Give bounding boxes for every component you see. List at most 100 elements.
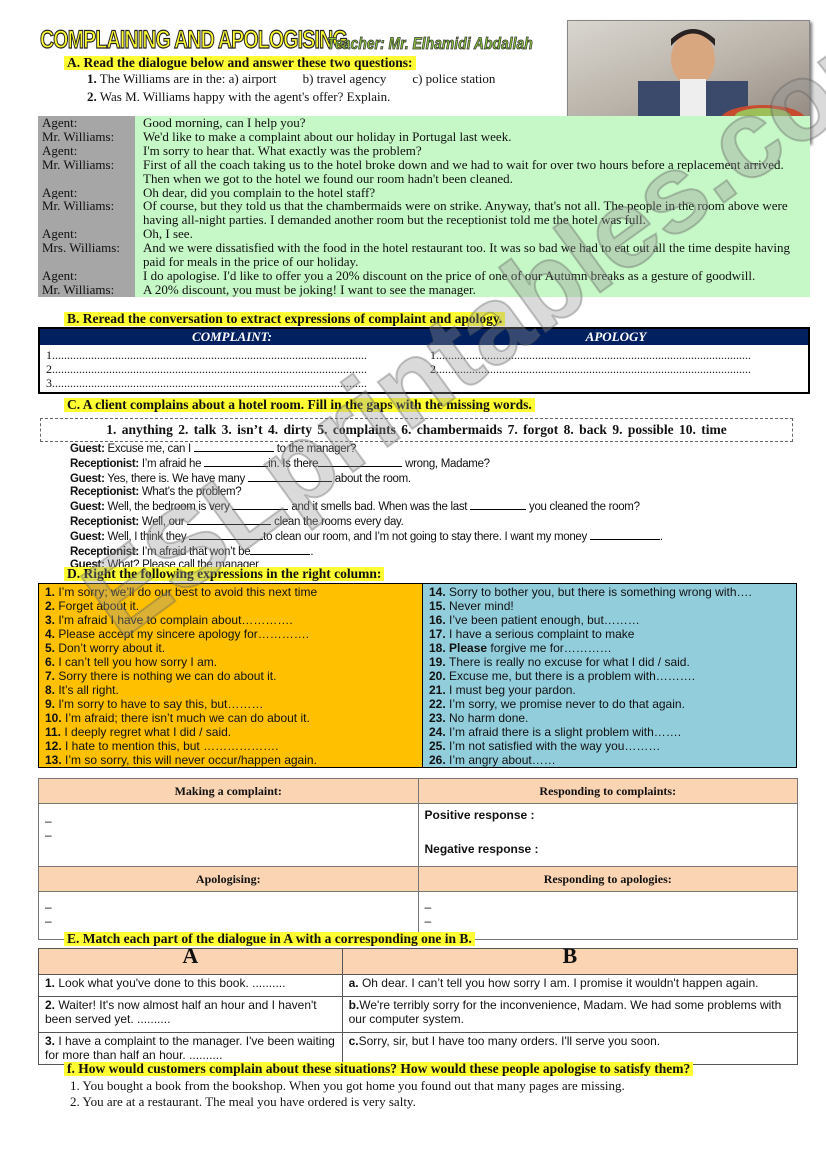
situation-2: 2. You are at a restaurant. The meal you… [70,1094,416,1109]
match-b[interactable]: c.Sorry, sir, but I have too many orders… [341,1032,799,1065]
making-complaint-header: Making a complaint: [38,778,419,804]
text: Yes, there is. We have many [104,472,248,485]
match-b[interactable]: a. Oh dear. I can’t tell you how sorry I… [341,974,799,997]
expression-text: I deeply regret what I did / said. [64,725,232,739]
expression-text: I’ve been patient enough, but……… [449,613,640,627]
gap-fill-dialogue: Guest: Excuse me, can I to the manager? … [70,442,663,573]
speaker: Receptionist: [70,545,139,558]
blank[interactable] [250,545,311,555]
text: in. Is there [268,457,319,470]
expression-text: I'm sorry to have to say this, but……… [58,697,264,711]
expression-item: 9. I'm sorry to have to say this, but……… [45,697,416,711]
expression-text: I’m sorry; we’ll do our best to avoid th… [58,585,318,599]
expression-text: I’m angry about…… [449,753,556,767]
expression-item: 15. Never mind! [429,599,790,613]
expression-number: 6. [45,655,59,669]
text: clean the rooms every day. [271,515,404,528]
section-f-heading: f. How would customers complain about th… [64,1062,694,1076]
speaker: Mr. Williams: [38,282,135,297]
text: Sorry, sir, but I have too many orders. … [358,1034,661,1048]
expression-number: 1. [45,585,59,599]
blank[interactable] [193,442,274,452]
expression-text: I’m so sorry, this will never occur/happ… [65,753,317,767]
blank[interactable] [232,500,289,511]
apologising-header: Apologising: [38,866,419,892]
blank[interactable] [318,457,403,467]
expression-number: 14. [429,585,450,599]
responding-complaints-header: Responding to complaints: [417,778,798,804]
expression-text: Don’t worry about it. [58,641,166,655]
text: . [659,530,663,543]
speaker: Receptionist: [70,486,139,499]
expression-text: I’m not satisfied with the way you……… [449,739,661,753]
apology-header: APOLOGY [424,328,809,345]
expression-number: 9. [45,697,59,711]
expression-item: 13. I’m so sorry, this will never occur/… [45,753,416,767]
text: you cleaned the room? [526,501,640,514]
dialogue: Agent: Good morning, can I help you? Mr. … [38,116,810,297]
dialogue-line: Mrs. Williams: And we were dissatisfied w… [38,241,810,269]
apology-line[interactable]: 1.......................................… [424,345,809,362]
complaint-line[interactable]: 2.......................................… [39,362,424,376]
expression-text: Sorry to bother you, but there is someth… [449,585,752,599]
expression-number: 23. [429,711,450,725]
responding-apologies-header: Responding to apologies: [417,866,798,892]
blank[interactable] [589,530,660,540]
apology-line[interactable]: 2.......................................… [424,362,809,376]
match-row: 2. Waiter! It's now almost half an hour … [38,996,799,1033]
making-complaint-cell[interactable]: – – [38,803,419,867]
text: Excuse me, can I [104,443,194,455]
q2-number: 2. [87,89,97,104]
complaint-line[interactable]: 3.......................................… [39,376,424,393]
match-a[interactable]: 1. Look what you've done to this book. .… [38,974,343,997]
expression-item: 6. I can’t tell you how sorry I am. [45,655,416,669]
dialogue-line: Mr. Williams: We'd like to make a complai… [38,130,810,144]
gap-line: Receptionist: What’s the problem? [70,486,663,500]
utterance: We'd like to make a complaint about our … [143,128,512,144]
blank[interactable] [247,472,332,482]
expression-item: 17. I have a serious complaint to make [429,627,790,641]
expression-text: Never mind! [449,599,514,613]
num: a. [348,976,359,990]
section-d-heading: D. Right the following expressions in th… [64,567,385,581]
gap-line: Receptionist: Well, our clean the rooms … [70,515,663,530]
match-a[interactable]: 3. I have a complaint to the manager. I'… [38,1032,343,1065]
dialogue-line: Agent: Oh, I see. [38,227,810,242]
speaker: Agent: [38,116,135,130]
responding-apologies-cell[interactable]: – – [417,891,798,940]
expression-item: 1. I’m sorry; we’ll do our best to avoid… [45,585,416,599]
expression-item: 7. Sorry there is nothing we can do abou… [45,669,416,683]
column-a-header: A [38,945,343,975]
expression-number: 4. [45,627,59,641]
worksheet-title: COMPLAINING AND APOLOGISING [40,25,349,54]
column-b-header: B [341,945,799,975]
match-row: 3. I have a complaint to the manager. I'… [38,1032,799,1065]
text: I’m afraid that won’t be [138,545,251,558]
blank[interactable] [187,515,272,525]
expression-text: I hate to mention this, but ………………. [65,739,279,753]
utterance: First of all the coach taking us to the … [143,156,784,186]
complaint-line[interactable]: 1.......................................… [39,345,424,362]
text: I’m afraid he [138,457,205,470]
expression-text: Sorry there is nothing we can do about i… [58,669,277,683]
blank[interactable] [470,500,527,511]
dash: – [45,914,52,928]
expression-number: 17. [429,627,450,641]
blank[interactable] [204,457,269,467]
dialogue-line: Agent: Good morning, can I help you? [38,116,810,130]
match-a[interactable]: 2. Waiter! It's now almost half an hour … [38,996,343,1033]
expression-item: 20. Excuse me, but there is a problem wi… [429,669,790,683]
expression-text: I’m sorry, we promise never to do that a… [449,697,685,711]
expression-number: 22. [429,697,450,711]
blank[interactable] [189,530,264,540]
utterance: And we were dissatisfied with the food i… [143,240,790,270]
gap-line: Guest: Well, the bedroom is very and it … [70,500,663,515]
expression-item: 5. Don’t worry about it. [45,641,416,655]
expression-item: 16. I’ve been patient enough, but……… [429,613,790,627]
match-b[interactable]: b.We're terribly sorry for the inconveni… [341,996,799,1033]
expression-item: 4. Please accept my sincere apology for…… [45,627,416,641]
text: about the room. [331,472,411,485]
text: and it smells bad. When was the last [288,501,471,514]
expression-number: 26. [429,753,450,767]
responding-complaints-cell[interactable]: Positive response : Negative response : [417,803,798,867]
